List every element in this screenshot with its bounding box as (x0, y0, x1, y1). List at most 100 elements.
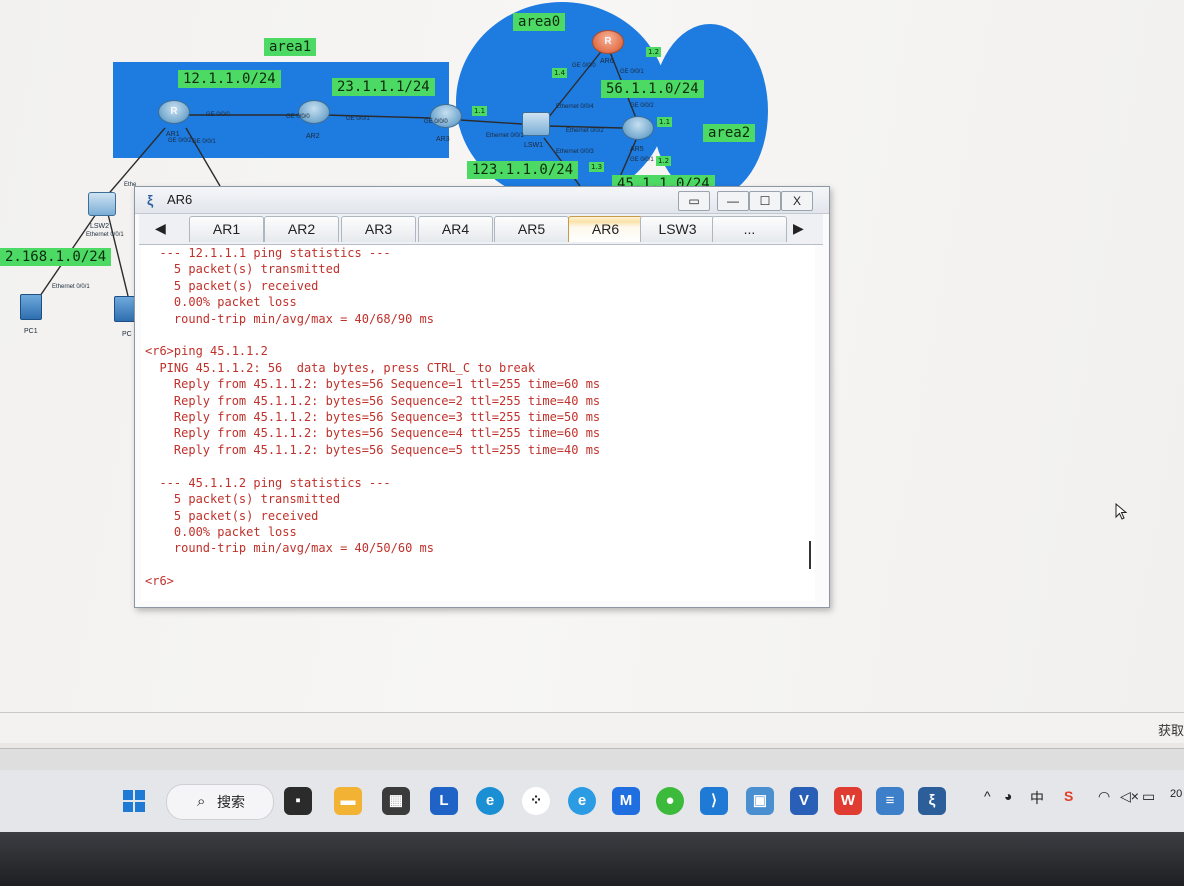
maximize-button[interactable]: ☐ (749, 191, 781, 211)
tab-more[interactable]: ... (712, 216, 787, 242)
port-label: Ethernet 0/0/1 (52, 284, 90, 290)
wechat-icon[interactable]: ● (656, 787, 684, 815)
ensp-icon[interactable]: ξ (918, 787, 946, 815)
pc1-icon[interactable] (20, 294, 42, 320)
router-ar6-icon[interactable]: R (592, 30, 624, 54)
app-dots-icon[interactable]: ⁘ (522, 787, 550, 815)
link-ar3-lsw1 (459, 119, 523, 125)
search-icon: ⌕ (197, 793, 206, 810)
terminal-line: round-trip min/avg/max = 40/68/90 ms (145, 311, 434, 326)
task-view-icon[interactable]: ▪ (284, 787, 312, 815)
status-text: 获取 (1157, 723, 1184, 738)
terminal-window[interactable]: ξ AR6 ▭ — ☐ X ◀ AR1 AR2 AR3 AR4 AR5 AR6 … (134, 186, 830, 608)
taskbar-search[interactable]: ⌕ 搜索 (166, 784, 274, 820)
monitor-bezel (0, 832, 1184, 886)
network-label-56: 56.1.1.0/24 (601, 80, 704, 98)
tag-1-2-ar5: 1.2 (656, 156, 672, 166)
device-label-ar5: AR5 (630, 146, 644, 153)
router-ar5-icon[interactable] (622, 116, 654, 140)
tab-lsw3[interactable]: LSW3 (640, 216, 715, 242)
terminal-line: <r6> (145, 574, 174, 589)
port-label: GE 0/0/2 (630, 103, 654, 109)
tab-scroll-right-icon[interactable]: ▶ (793, 220, 804, 237)
device-label-ar3: AR3 (436, 136, 450, 143)
port-label: GE 0/0/0 (286, 114, 310, 120)
wps-icon[interactable]: W (834, 787, 862, 815)
microsoft-store-icon[interactable]: ▦ (382, 787, 410, 815)
network-label-123: 123.1.1.0/24 (467, 161, 579, 179)
remote-desktop-icon[interactable]: ▣ (746, 787, 774, 815)
tag-1-2: 1.2 (646, 47, 662, 57)
vc-icon[interactable]: V (790, 787, 818, 815)
port-label: GE 0/0/0 (206, 112, 230, 118)
lenovo-icon[interactable]: L (430, 787, 458, 815)
terminal-line: <r6>ping 45.1.1.2 (145, 344, 268, 359)
port-label: GE 0/0/1 (346, 116, 370, 122)
tag-1-1-ar3: 1.1 (472, 106, 488, 116)
vscode-icon[interactable]: ⟩ (700, 787, 728, 815)
port-label: GE 0/0/2 (168, 138, 192, 144)
ensp-app-icon: ξ (147, 192, 154, 208)
tab-ar3[interactable]: AR3 (341, 216, 416, 242)
windows-taskbar: ⌕ 搜索 ▪ ▬ ▦ L e ⁘ e M ● ⟩ ▣ V W ≡ ξ ^ ◕ 中… (0, 770, 1184, 832)
tab-ar5[interactable]: AR5 (494, 216, 569, 242)
area2-label: area2 (703, 124, 756, 142)
port-label: Ethernet 0/0/4 (556, 104, 594, 110)
tab-ar6[interactable]: AR6 (568, 216, 643, 242)
search-label: 搜索 (217, 794, 245, 810)
sogou-icon[interactable]: S (1064, 788, 1073, 804)
mouse-cursor-icon (1115, 503, 1128, 520)
qq-icon[interactable]: ◕ (1004, 788, 1012, 804)
port-label: GE 0/0/1 (630, 157, 654, 163)
ime-icon[interactable]: 中 (1030, 788, 1044, 808)
area0-label: area0 (513, 13, 566, 31)
router-ar2-icon[interactable] (298, 100, 330, 124)
network-label-12: 12.1.1.0/24 (178, 70, 281, 88)
clock[interactable]: 20 (1170, 788, 1182, 800)
terminal-output[interactable]: --- 12.1.1.1 ping statistics --- 5 packe… (141, 245, 815, 601)
device-label-pc1: PC1 (24, 328, 38, 335)
switch-lsw2-icon[interactable] (88, 192, 116, 216)
tag-1-1-ar5: 1.1 (657, 117, 673, 127)
terminal-scrollbar[interactable] (809, 541, 811, 569)
tencent-meeting-icon[interactable]: M (612, 787, 640, 815)
tab-ar4[interactable]: AR4 (418, 216, 493, 242)
switch-lsw1-icon[interactable] (522, 112, 550, 136)
device-label-ar6: AR6 (600, 58, 614, 65)
network-label-23: 23.1.1.1/24 (332, 78, 435, 96)
tab-scroll-left-icon[interactable]: ◀ (155, 220, 166, 237)
restore-icon: ▭ (688, 194, 700, 208)
pc2-icon[interactable] (114, 296, 136, 322)
port-label: GE 0/0/0 (572, 63, 596, 69)
device-label-ar2: AR2 (306, 133, 320, 140)
notepad-icon[interactable]: ≡ (876, 787, 904, 815)
router-ar1-icon[interactable]: R (158, 100, 190, 124)
battery-icon[interactable]: ▭ (1142, 788, 1155, 805)
terminal-line: PING 45.1.1.2: 56 data bytes, press CTRL… (145, 360, 536, 375)
minimize-button[interactable]: — (717, 191, 749, 211)
device-label-lsw1: LSW1 (524, 142, 544, 149)
edge-icon[interactable]: e (476, 787, 504, 815)
volume-mute-icon[interactable]: ◁× (1120, 788, 1139, 805)
wifi-icon[interactable]: ◠ (1098, 788, 1110, 805)
terminal-line: 0.00% packet loss (145, 524, 297, 539)
close-button[interactable]: X (781, 191, 813, 211)
window-titlebar[interactable]: ξ AR6 ▭ — ☐ X (135, 187, 829, 214)
device-label-ar1: AR1 (166, 131, 180, 138)
restore-button[interactable]: ▭ (678, 191, 710, 211)
port-label: Ethernet 0/0/1 (486, 133, 524, 139)
windows-start-icon[interactable] (120, 787, 148, 815)
port-label: GE 0/0/1 (192, 139, 216, 145)
port-label: GE 0/0/0 (424, 119, 448, 125)
ie-icon[interactable]: e (568, 787, 596, 815)
tray-chevron-icon[interactable]: ^ (984, 788, 991, 804)
window-title: AR6 (167, 192, 193, 207)
port-label: GE 0/0/1 (620, 69, 644, 75)
horizontal-scrollbar[interactable] (0, 748, 1184, 771)
tab-ar1[interactable]: AR1 (189, 216, 264, 242)
terminal-line: Reply from 45.1.1.2: bytes=56 Sequence=5… (145, 442, 601, 457)
file-explorer-icon[interactable]: ▬ (334, 787, 362, 815)
terminal-line: --- 12.1.1.1 ping statistics --- (145, 246, 391, 260)
tab-ar2[interactable]: AR2 (264, 216, 339, 242)
port-label: Ethernet 0/0/2 (566, 128, 604, 134)
